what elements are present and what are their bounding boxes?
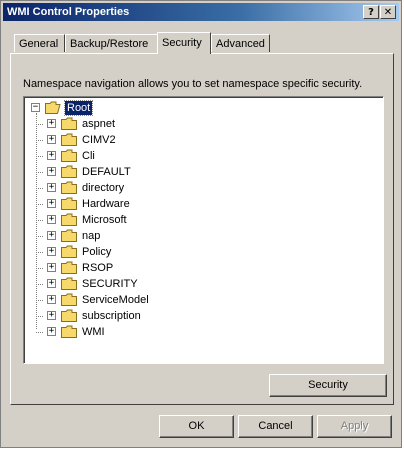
folder-icon	[61, 325, 77, 338]
expand-icon[interactable]: +	[47, 231, 56, 240]
tree-connector-line	[36, 236, 43, 237]
expand-icon[interactable]: +	[47, 215, 56, 224]
tree-item-label[interactable]: Microsoft	[82, 213, 127, 227]
tree-item-label[interactable]: ServiceModel	[82, 293, 149, 307]
tree-connector-line	[36, 284, 43, 285]
wmi-properties-dialog: WMI Control Properties ? ✕ General Backu…	[0, 0, 402, 448]
tree-item-label[interactable]: directory	[82, 181, 124, 195]
tree-connector-line	[36, 124, 43, 125]
folder-icon	[61, 133, 77, 146]
tree-item-label[interactable]: Cli	[82, 149, 95, 163]
folder-icon	[61, 293, 77, 306]
folder-icon	[61, 117, 77, 130]
folder-icon	[61, 309, 77, 322]
tree-connector-line	[36, 316, 43, 317]
tree-item-label[interactable]: subscription	[82, 309, 141, 323]
expand-icon[interactable]: +	[47, 183, 56, 192]
tree-connector-line	[36, 252, 43, 253]
title-bar: WMI Control Properties ? ✕	[3, 3, 399, 21]
tree-connector-line	[36, 332, 43, 333]
security-tab-panel: Namespace navigation allows you to set n…	[10, 53, 394, 405]
expand-icon[interactable]: +	[47, 151, 56, 160]
folder-icon	[61, 165, 77, 178]
close-button[interactable]: ✕	[380, 5, 396, 19]
apply-button: Apply	[317, 415, 392, 438]
expand-icon[interactable]: +	[47, 279, 56, 288]
expand-icon[interactable]: +	[47, 295, 56, 304]
tree-connector-line	[36, 220, 43, 221]
folder-icon	[61, 197, 77, 210]
cancel-button[interactable]: Cancel	[238, 415, 313, 438]
tree-item-label[interactable]: Hardware	[82, 197, 130, 211]
expand-icon[interactable]: +	[47, 327, 56, 336]
tree-connector-line	[36, 156, 43, 157]
tree-item-label[interactable]: aspnet	[82, 117, 115, 131]
tree-item-label[interactable]: SECURITY	[82, 277, 138, 291]
expand-icon[interactable]: +	[47, 119, 56, 128]
tab-advanced[interactable]: Advanced	[211, 34, 270, 52]
tree-root-label[interactable]: Root	[63, 100, 94, 116]
tree-item-label[interactable]: WMI	[82, 325, 105, 339]
ok-button[interactable]: OK	[159, 415, 234, 438]
expand-icon[interactable]: +	[47, 167, 56, 176]
folder-icon	[61, 181, 77, 194]
expand-icon[interactable]: +	[47, 247, 56, 256]
folder-icon	[61, 149, 77, 162]
tab-general[interactable]: General	[14, 34, 65, 52]
tree-item-label[interactable]: Policy	[82, 245, 111, 259]
expand-icon[interactable]: +	[47, 311, 56, 320]
expand-icon[interactable]: +	[47, 135, 56, 144]
namespace-tree[interactable]: − Root + aspnet + CIMV2 + Cli + DEFAULT + directo…	[23, 96, 384, 364]
folder-icon	[61, 277, 77, 290]
folder-icon	[61, 261, 77, 274]
tab-security[interactable]: Security	[157, 32, 211, 54]
security-button[interactable]: Security	[269, 374, 387, 397]
folder-icon	[61, 229, 77, 242]
tree-connector-line	[36, 204, 43, 205]
expand-icon[interactable]: +	[47, 199, 56, 208]
expand-icon[interactable]: +	[47, 263, 56, 272]
folder-icon	[61, 213, 77, 226]
folder-icon	[61, 245, 77, 258]
tree-connector-line	[36, 268, 43, 269]
tree-connector-line	[36, 172, 43, 173]
namespace-description: Namespace navigation allows you to set n…	[23, 78, 363, 90]
tree-item-label[interactable]: RSOP	[82, 261, 113, 275]
tree-item-label[interactable]: nap	[82, 229, 100, 243]
help-button[interactable]: ?	[363, 5, 379, 19]
tab-backup-restore[interactable]: Backup/Restore	[65, 34, 159, 52]
tree-connector-line	[36, 300, 43, 301]
window-title: WMI Control Properties	[7, 6, 130, 18]
folder-open-icon	[45, 101, 61, 114]
tree-connector-line	[36, 140, 43, 141]
tree-item-label[interactable]: CIMV2	[82, 133, 116, 147]
tree-item-label[interactable]: DEFAULT	[82, 165, 131, 179]
collapse-icon[interactable]: −	[31, 103, 40, 112]
tree-connector-line	[36, 188, 43, 189]
tree-connector-line	[36, 113, 37, 329]
